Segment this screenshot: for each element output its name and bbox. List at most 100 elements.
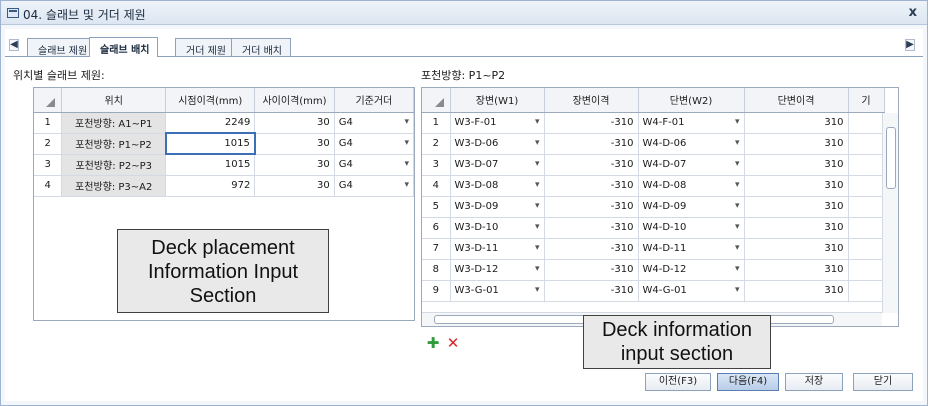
chevron-down-icon[interactable]: ▾ bbox=[735, 117, 740, 127]
chevron-down-icon[interactable]: ▾ bbox=[735, 180, 740, 190]
gap-cell[interactable]: 30 bbox=[254, 133, 335, 155]
chevron-down-icon[interactable]: ▾ bbox=[735, 159, 740, 169]
table-row[interactable]: 8 W3-D-12 ▾ -310 W4-D-12 ▾ 310 bbox=[422, 259, 885, 281]
chevron-down-icon[interactable]: ▾ bbox=[535, 222, 540, 232]
short-offset-cell[interactable]: 310 bbox=[744, 112, 849, 134]
start-offset-cell[interactable]: 1015 bbox=[165, 154, 256, 176]
tab-girder-spec[interactable]: 거더 제원 bbox=[175, 38, 235, 57]
chevron-down-icon[interactable]: ▾ bbox=[735, 285, 740, 295]
chevron-down-icon[interactable]: ▾ bbox=[735, 138, 740, 148]
chevron-down-icon[interactable]: ▾ bbox=[535, 159, 540, 169]
truncated-cell[interactable] bbox=[848, 259, 885, 281]
long-offset-cell[interactable]: -310 bbox=[544, 133, 639, 155]
delete-x-icon[interactable]: ✕ bbox=[445, 335, 461, 351]
long-side-cell[interactable]: W3-D-07 ▾ bbox=[450, 154, 545, 176]
table-row[interactable]: 3 포천방향: P2~P3 1015 30 G4 ▾ bbox=[34, 154, 414, 176]
truncated-cell[interactable] bbox=[848, 112, 885, 134]
truncated-cell[interactable] bbox=[848, 217, 885, 239]
chevron-down-icon[interactable]: ▾ bbox=[535, 264, 540, 274]
short-offset-cell[interactable]: 310 bbox=[744, 238, 849, 260]
chevron-down-icon[interactable]: ▾ bbox=[404, 159, 409, 169]
long-offset-cell[interactable]: -310 bbox=[544, 238, 639, 260]
chevron-down-icon[interactable]: ▾ bbox=[735, 201, 740, 211]
short-side-cell[interactable]: W4-D-12 ▾ bbox=[638, 259, 745, 281]
chevron-down-icon[interactable]: ▾ bbox=[535, 117, 540, 127]
gap-cell[interactable]: 30 bbox=[254, 175, 335, 197]
long-offset-cell[interactable]: -310 bbox=[544, 259, 639, 281]
short-side-cell[interactable]: W4-D-08 ▾ bbox=[638, 175, 745, 197]
long-offset-cell[interactable]: -310 bbox=[544, 217, 639, 239]
chevron-down-icon[interactable]: ▾ bbox=[735, 222, 740, 232]
table-row[interactable]: 6 W3-D-10 ▾ -310 W4-D-10 ▾ 310 bbox=[422, 217, 885, 239]
start-offset-cell-selected[interactable]: 1015 bbox=[164, 132, 256, 155]
short-offset-cell[interactable]: 310 bbox=[744, 217, 849, 239]
vertical-scrollbar[interactable] bbox=[882, 113, 898, 313]
chevron-down-icon[interactable]: ▾ bbox=[404, 180, 409, 190]
long-offset-cell[interactable]: -310 bbox=[544, 175, 639, 197]
ref-girder-cell[interactable]: G4 ▾ bbox=[334, 154, 414, 176]
tab-scroll-right-icon[interactable]: ▶ bbox=[905, 39, 915, 51]
table-row[interactable]: 7 W3-D-11 ▾ -310 W4-D-11 ▾ 310 bbox=[422, 238, 885, 260]
long-offset-cell[interactable]: -310 bbox=[544, 154, 639, 176]
truncated-cell[interactable] bbox=[848, 175, 885, 197]
ref-girder-cell[interactable]: G4 ▾ bbox=[334, 112, 414, 134]
col-header-start-offset[interactable]: 시점이격(mm) bbox=[165, 88, 256, 113]
chevron-down-icon[interactable]: ▾ bbox=[404, 138, 409, 148]
truncated-cell[interactable] bbox=[848, 280, 885, 302]
long-side-cell[interactable]: W3-D-10 ▾ bbox=[450, 217, 545, 239]
long-side-cell[interactable]: W3-D-08 ▾ bbox=[450, 175, 545, 197]
table-row[interactable]: 4 포천방향: P3~A2 972 30 G4 ▾ bbox=[34, 175, 414, 197]
short-side-cell[interactable]: W4-D-07 ▾ bbox=[638, 154, 745, 176]
short-side-cell[interactable]: W4-G-01 ▾ bbox=[638, 280, 745, 302]
start-offset-cell[interactable]: 2249 bbox=[165, 112, 256, 134]
long-offset-cell[interactable]: -310 bbox=[544, 112, 639, 134]
ref-girder-cell[interactable]: G4 ▾ bbox=[334, 175, 414, 197]
col-header-gap[interactable]: 사이이격(mm) bbox=[254, 88, 335, 113]
long-side-cell[interactable]: W3-D-11 ▾ bbox=[450, 238, 545, 260]
chevron-down-icon[interactable]: ▾ bbox=[735, 264, 740, 274]
tab-scroll-left-icon[interactable]: ◀ bbox=[9, 39, 19, 51]
truncated-cell[interactable] bbox=[848, 238, 885, 260]
short-offset-cell[interactable]: 310 bbox=[744, 133, 849, 155]
short-offset-cell[interactable]: 310 bbox=[744, 280, 849, 302]
table-row[interactable]: 3 W3-D-07 ▾ -310 W4-D-07 ▾ 310 bbox=[422, 154, 885, 176]
gap-cell[interactable]: 30 bbox=[254, 112, 335, 134]
grid-corner[interactable] bbox=[422, 88, 451, 113]
short-side-cell[interactable]: W4-D-11 ▾ bbox=[638, 238, 745, 260]
long-side-cell[interactable]: W3-G-01 ▾ bbox=[450, 280, 545, 302]
scroll-thumb[interactable] bbox=[886, 127, 896, 189]
tab-girder-placement[interactable]: 거더 배치 bbox=[231, 38, 291, 57]
col-header-short-side[interactable]: 단변(W2) bbox=[638, 88, 745, 113]
short-offset-cell[interactable]: 310 bbox=[744, 259, 849, 281]
short-offset-cell[interactable]: 310 bbox=[744, 196, 849, 218]
table-row[interactable]: 1 W3-F-01 ▾ -310 W4-F-01 ▾ 310 bbox=[422, 112, 885, 134]
chevron-down-icon[interactable]: ▾ bbox=[535, 201, 540, 211]
truncated-cell[interactable] bbox=[848, 154, 885, 176]
chevron-down-icon[interactable]: ▾ bbox=[535, 180, 540, 190]
save-button[interactable]: 저장 bbox=[785, 373, 843, 391]
col-header-truncated[interactable]: 기 bbox=[848, 88, 885, 113]
long-side-cell[interactable]: W3-D-06 ▾ bbox=[450, 133, 545, 155]
chevron-down-icon[interactable]: ▾ bbox=[735, 243, 740, 253]
short-offset-cell[interactable]: 310 bbox=[744, 175, 849, 197]
col-header-long-offset[interactable]: 장변이격 bbox=[544, 88, 639, 113]
chevron-down-icon[interactable]: ▾ bbox=[404, 117, 409, 127]
short-offset-cell[interactable]: 310 bbox=[744, 154, 849, 176]
col-header-location[interactable]: 위치 bbox=[61, 88, 167, 113]
long-side-cell[interactable]: W3-D-12 ▾ bbox=[450, 259, 545, 281]
truncated-cell[interactable] bbox=[848, 133, 885, 155]
chevron-down-icon[interactable]: ▾ bbox=[535, 285, 540, 295]
col-header-ref-girder[interactable]: 기준거더 bbox=[334, 88, 414, 113]
gap-cell[interactable]: 30 bbox=[254, 154, 335, 176]
table-row[interactable]: 4 W3-D-08 ▾ -310 W4-D-08 ▾ 310 bbox=[422, 175, 885, 197]
long-side-cell[interactable]: W3-F-01 ▾ bbox=[450, 112, 545, 134]
start-offset-cell[interactable]: 972 bbox=[165, 175, 256, 197]
col-header-long-side[interactable]: 장변(W1) bbox=[450, 88, 545, 113]
col-header-short-offset[interactable]: 단변이격 bbox=[744, 88, 849, 113]
close-button[interactable]: 닫기 bbox=[853, 373, 913, 391]
long-offset-cell[interactable]: -310 bbox=[544, 196, 639, 218]
short-side-cell[interactable]: W4-D-09 ▾ bbox=[638, 196, 745, 218]
grid-corner[interactable] bbox=[34, 88, 63, 113]
truncated-cell[interactable] bbox=[848, 196, 885, 218]
plus-icon[interactable]: ✚ bbox=[425, 335, 441, 351]
